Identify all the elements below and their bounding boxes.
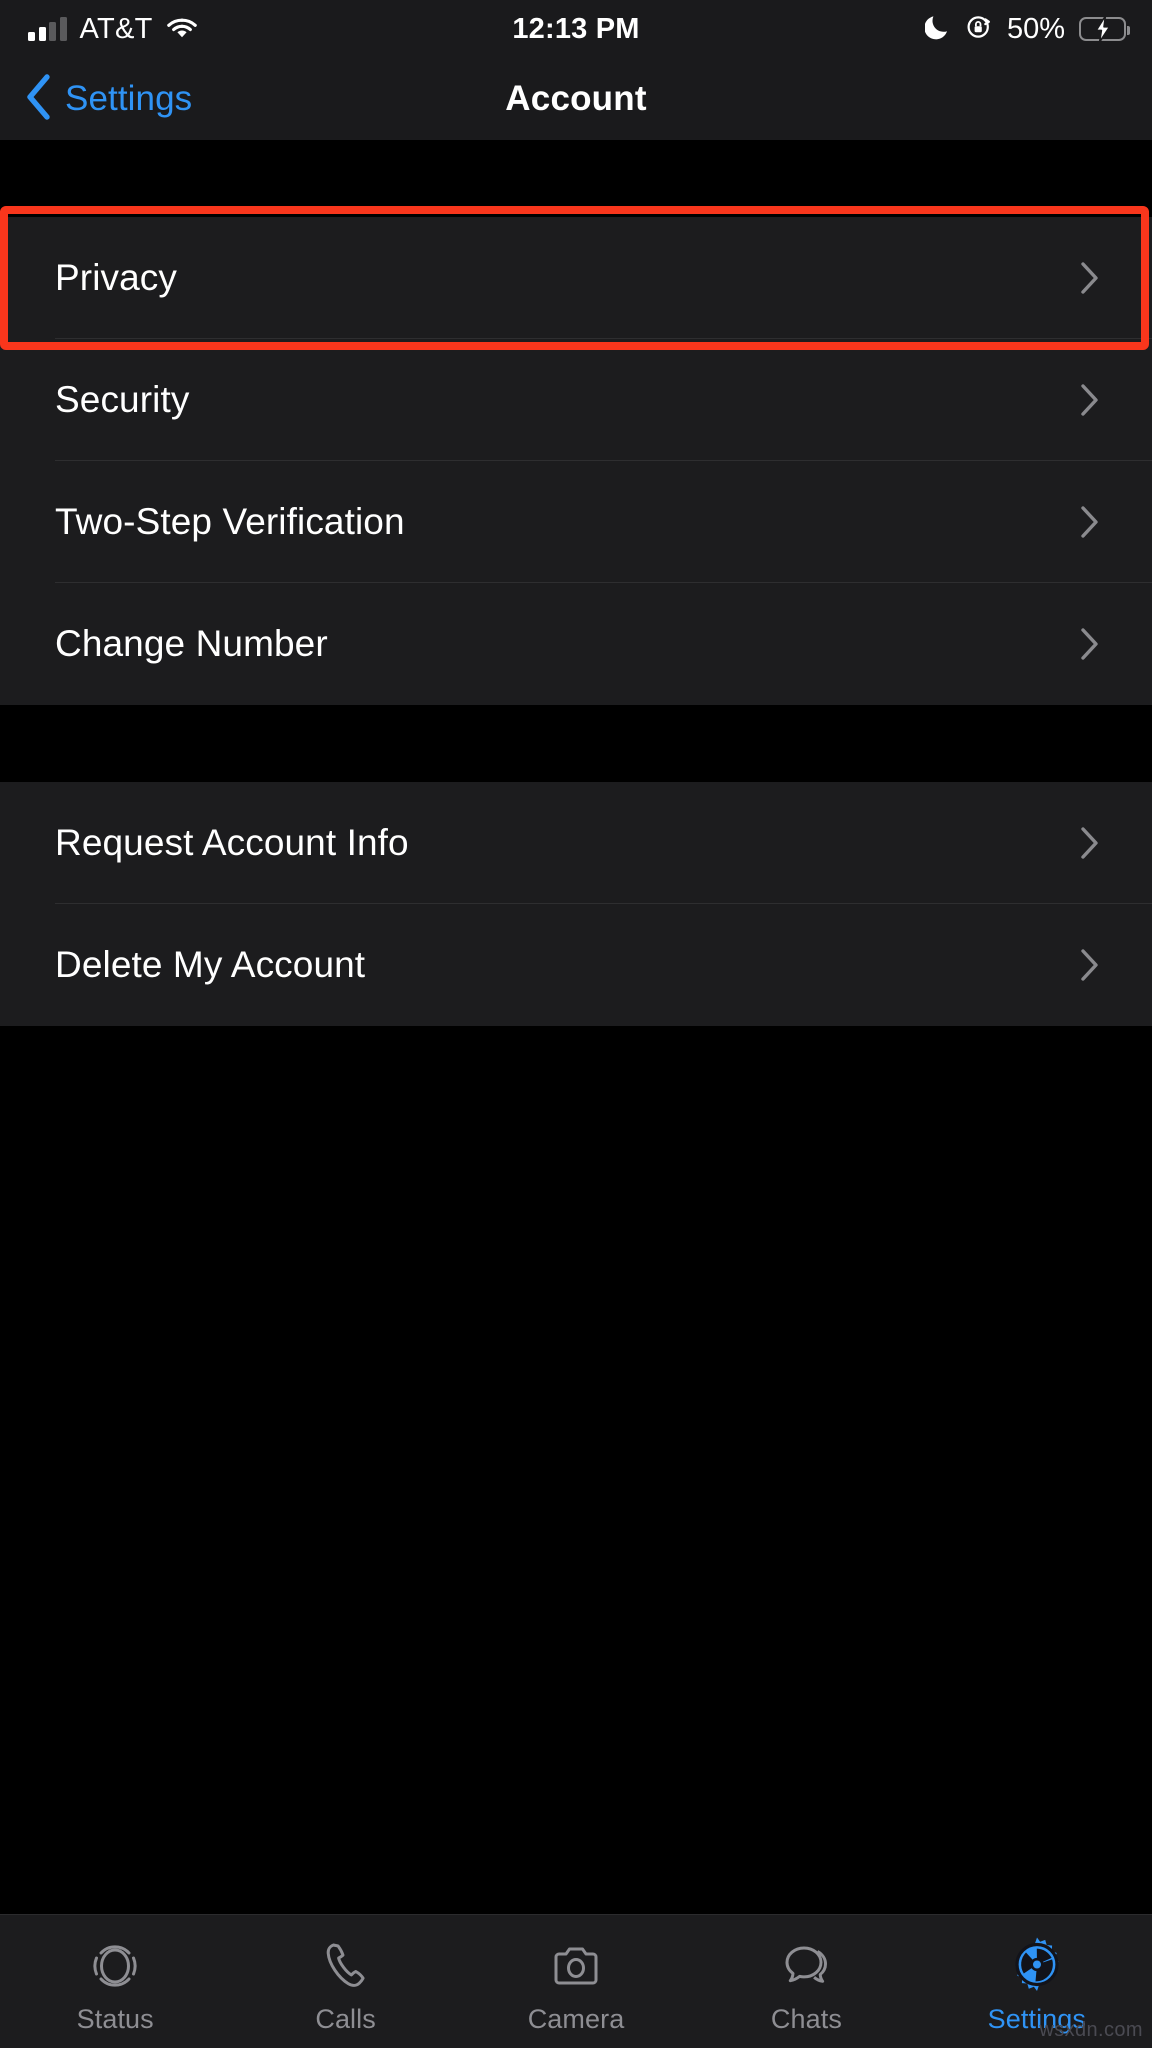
list-item-request-account-info[interactable]: Request Account Info [0,782,1152,904]
list-item-label: Security [55,379,190,420]
rotation-lock-icon [965,13,993,46]
list-item-change-number[interactable]: Change Number [0,583,1152,705]
list-item-label: Delete My Account [55,944,366,985]
camera-icon [546,1935,606,1997]
moon-do-not-disturb-icon [924,13,951,46]
battery-charging-icon [1079,15,1130,43]
list-item-label: Change Number [55,623,328,664]
list-group-spacer [0,705,1152,782]
list-item-label: Two-Step Verification [55,501,405,542]
status-bar-left: AT&T [28,13,198,46]
list-item-security[interactable]: Security [0,339,1152,461]
chevron-right-icon [1080,826,1100,860]
status-rings-icon [85,1935,145,1997]
back-button[interactable]: Settings [26,73,193,125]
battery-percent-label: 50% [1006,12,1065,45]
tab-label: Settings [987,2003,1086,2034]
carrier-label: AT&T [79,12,153,45]
status-bar-right: 50% [924,0,1130,58]
account-settings-group: Privacy Security Two-Step Verification C… [0,206,1152,705]
cellular-signal-icon [28,17,67,41]
navigation-bar: Settings Account [0,58,1152,140]
wifi-icon [166,15,198,44]
tab-label: Calls [315,2003,376,2034]
list-item-delete-my-account[interactable]: Delete My Account [0,904,1152,1026]
list-item-label: Request Account Info [55,822,409,863]
tab-settings[interactable]: Settings [922,1915,1152,2048]
account-data-group: Request Account Info Delete My Account [0,782,1152,1026]
chevron-right-icon [1080,627,1100,661]
list-top-spacer [0,140,1152,217]
tab-label: Camera [527,2003,625,2034]
status-bar: AT&T 12:13 PM 50% [0,0,1152,58]
list-item-two-step-verification[interactable]: Two-Step Verification [0,461,1152,583]
list-item-label: Privacy [55,257,177,298]
tab-status[interactable]: Status [0,1915,230,2048]
chat-bubbles-icon [776,1935,836,1997]
clock-label: 12:13 PM [512,12,640,45]
chevron-left-icon [26,73,52,125]
tab-label: Status [76,2003,154,2034]
chevron-right-icon [1080,261,1100,295]
tab-calls[interactable]: Calls [230,1915,460,2048]
tab-camera[interactable]: Camera [461,1915,691,2048]
tab-bar: Status Calls Camera Chats Settings [0,1914,1152,2048]
chevron-right-icon [1080,948,1100,982]
tab-label: Chats [770,2003,842,2034]
chevron-right-icon [1080,383,1100,417]
settings-list: Privacy Security Two-Step Verification C… [0,140,1152,1914]
back-button-label: Settings [65,79,193,118]
list-item-privacy[interactable]: Privacy [0,217,1152,339]
phone-icon [316,1935,376,1997]
tab-chats[interactable]: Chats [691,1915,921,2048]
gear-icon [1006,1935,1068,1997]
chevron-right-icon [1080,505,1100,539]
privacy-row-wrapper: Privacy [0,206,1152,350]
